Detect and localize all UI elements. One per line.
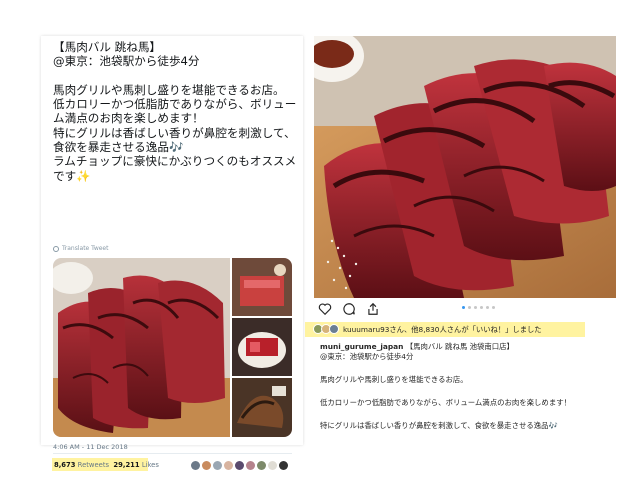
avatar[interactable]	[202, 461, 211, 470]
carousel-dot[interactable]	[480, 306, 483, 309]
likes-count[interactable]: 29,211	[113, 461, 139, 469]
tweet-photo-4[interactable]	[232, 378, 292, 437]
carousel-indicator	[462, 306, 495, 309]
divider	[53, 453, 292, 454]
heart-icon[interactable]	[318, 302, 332, 316]
instagram-photo[interactable]	[314, 36, 616, 298]
likes-summary[interactable]: kuuumaru93さん、他8,830人さんが「いいね！」しました	[305, 322, 585, 337]
caption-line: 馬肉グリルや馬刺し盛りを堪能できるお店。	[320, 375, 468, 384]
carousel-dot[interactable]	[462, 306, 465, 309]
share-icon[interactable]	[366, 302, 380, 316]
globe-icon	[53, 245, 59, 252]
liker-avatars	[191, 461, 288, 470]
carousel-dot[interactable]	[468, 306, 471, 309]
tweet-photo-main[interactable]	[53, 258, 230, 437]
tweet-card: 【馬肉バル 跳ね馬】 @東京：池袋駅から徒歩4分 馬肉グリルや馬刺し盛りを堪能で…	[41, 36, 303, 471]
caption-header: muni_gurume_japan 【馬肉バル 跳ね馬 池袋南口店】	[320, 342, 514, 352]
caption-line: 特にグリルは香ばしい香りが鼻腔を刺激して、食欲を暴走させる逸品🎶	[320, 421, 558, 430]
location-tag: 【馬肉バル 跳ね馬 池袋南口店】	[405, 342, 514, 351]
retweets-label: Retweets	[77, 461, 110, 469]
instagram-username[interactable]: muni_gurume_japan	[320, 342, 403, 351]
carousel-dot[interactable]	[474, 306, 477, 309]
tweet-text: 【馬肉バル 跳ね馬】 @東京：池袋駅から徒歩4分 馬肉グリルや馬刺し盛りを堪能で…	[53, 40, 297, 183]
caption-line: @東京：池袋駅から徒歩4分	[320, 352, 414, 361]
translate-label: Translate Tweet	[62, 245, 109, 252]
retweets-count[interactable]: 8,673	[54, 461, 76, 469]
avatar[interactable]	[246, 461, 255, 470]
tweet-timestamp[interactable]: 4:06 AM - 11 Dec 2018	[53, 443, 128, 451]
likes-label: Likes	[141, 461, 159, 469]
avatar[interactable]	[235, 461, 244, 470]
avatar[interactable]	[279, 461, 288, 470]
instagram-post: kuuumaru93さん、他8,830人さんが「いいね！」しました muni_g…	[305, 36, 616, 446]
carousel-dot[interactable]	[492, 306, 495, 309]
tweet-stats: 8,673 Retweets 29,211 Likes	[52, 458, 159, 471]
tweet-photo-2[interactable]	[232, 258, 292, 316]
avatar[interactable]	[329, 324, 339, 334]
avatar[interactable]	[257, 461, 266, 470]
carousel-dot[interactable]	[486, 306, 489, 309]
translate-tweet-link[interactable]: Translate Tweet	[53, 245, 108, 252]
avatar[interactable]	[268, 461, 277, 470]
tweet-photo-3[interactable]	[232, 318, 292, 376]
avatar[interactable]	[213, 461, 222, 470]
likes-text: kuuumaru93さん、他8,830人さんが「いいね！」しました	[343, 325, 542, 334]
caption-line: 低カロリーかつ低脂肪でありながら、ボリューム満点のお肉を楽しめます！	[320, 398, 571, 407]
avatar[interactable]	[191, 461, 200, 470]
instagram-actions	[318, 302, 380, 316]
avatar[interactable]	[224, 461, 233, 470]
comment-icon[interactable]	[342, 302, 356, 316]
tweet-media-grid[interactable]	[53, 258, 292, 437]
